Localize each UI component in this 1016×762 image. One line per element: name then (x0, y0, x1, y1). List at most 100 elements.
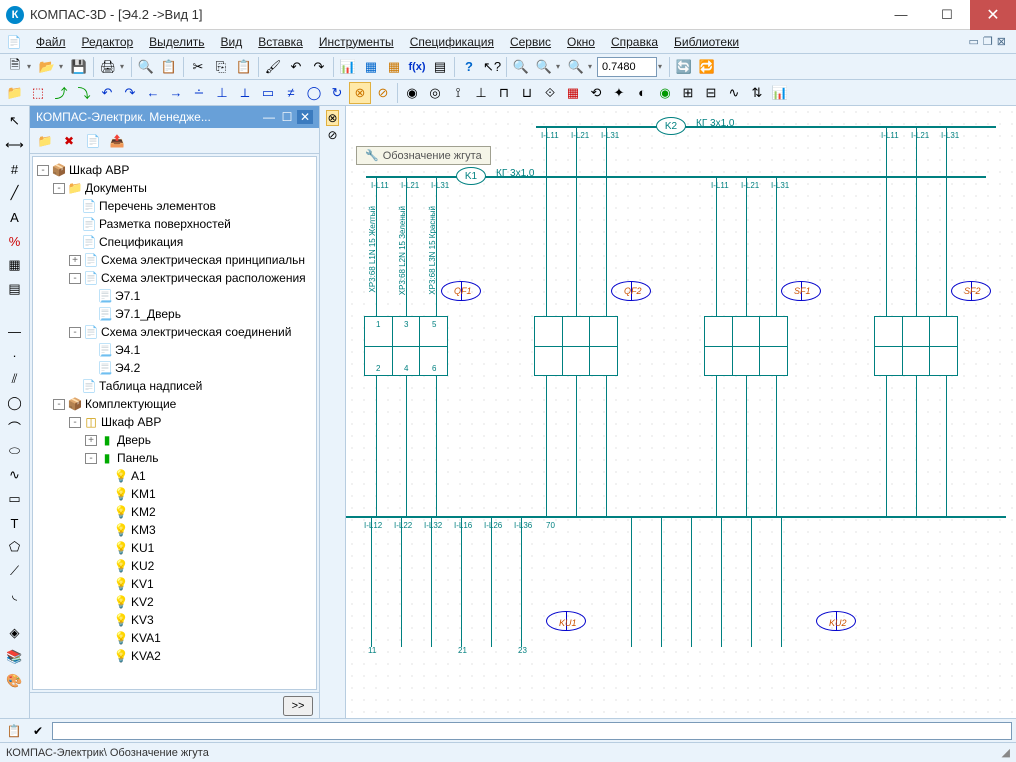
minimize-button[interactable]: — (878, 0, 924, 30)
cut-icon[interactable]: ✂ (187, 56, 209, 78)
lt-par-icon[interactable]: ⫽ (4, 368, 26, 390)
zoom-in-icon[interactable]: 🔍 (565, 56, 587, 78)
tree-komp[interactable]: Комплектующие (85, 397, 176, 411)
ptb-open-icon[interactable]: 📁 (34, 130, 56, 152)
lt-seg-icon[interactable]: — (4, 320, 26, 342)
tree-e42[interactable]: Э4.2 (115, 361, 140, 375)
lt-spl-icon[interactable]: ∿ (4, 464, 26, 486)
print-icon[interactable]: 🖨 (97, 56, 119, 78)
redo-icon[interactable]: ↷ (308, 56, 330, 78)
maximize-button[interactable]: ☐ (924, 0, 970, 30)
el-icon-17[interactable]: ⊘ (372, 82, 394, 104)
zoom-fit-icon[interactable]: 🔍 (510, 56, 532, 78)
cmd-list-icon[interactable]: 📋 (4, 721, 24, 741)
table-icon[interactable]: ▦ (360, 56, 382, 78)
el-icon-20[interactable]: ⟟ (447, 82, 469, 104)
zoom-sel-icon[interactable]: 🔍 (533, 56, 555, 78)
el-icon-2[interactable]: ⬚ (27, 82, 49, 104)
menu-spec[interactable]: Спецификация (402, 33, 502, 51)
refresh-icon[interactable]: 🔄 (673, 56, 695, 78)
ct-harness-icon[interactable]: ⊗ (326, 110, 338, 126)
el-harness-icon[interactable]: ⊗ (349, 82, 371, 104)
el-icon-10[interactable]: ⊥ (211, 82, 233, 104)
lt-ell-icon[interactable]: ⬭ (4, 440, 26, 462)
panel-max-icon[interactable]: ☐ (279, 110, 295, 124)
close-button[interactable]: ✕ (970, 0, 1016, 30)
mdi-minimize[interactable]: ▭ (969, 35, 979, 48)
lt-text-icon[interactable]: A (4, 206, 26, 228)
mdi-close[interactable]: ⊠ (997, 35, 1006, 48)
cmd-check-icon[interactable]: ✔ (28, 721, 48, 741)
tree-comp-1[interactable]: KM1 (131, 487, 156, 501)
layers-icon[interactable]: ▤ (429, 56, 451, 78)
open-icon[interactable]: 📂 (36, 56, 58, 78)
lt-paint-icon[interactable]: 🎨 (4, 670, 26, 692)
tree-doc-4[interactable]: Схема электрическая расположения (101, 271, 306, 285)
tree-comp-10[interactable]: KVA2 (131, 649, 161, 663)
lt-lib-icon[interactable]: 📚 (4, 646, 26, 668)
menu-libraries[interactable]: Библиотеки (666, 33, 747, 51)
tree-doc-1[interactable]: Разметка поверхностей (99, 217, 231, 231)
preview-icon[interactable]: 🔍 (135, 56, 157, 78)
zoom-input[interactable]: 0.7480 (597, 57, 657, 77)
menu-insert[interactable]: Вставка (250, 33, 311, 51)
el-icon-14[interactable]: ◯ (303, 82, 325, 104)
panel-min-icon[interactable]: — (261, 110, 277, 124)
ct-2-icon[interactable]: ⊘ (327, 128, 337, 142)
app-menu-icon[interactable]: 📄 (4, 32, 24, 52)
ptb-exp-icon[interactable]: 📤 (106, 130, 128, 152)
project-tree[interactable]: -📦Шкаф АВР -📁Документы 📄Перечень элемент… (32, 156, 317, 690)
el-icon-18[interactable]: ◉ (401, 82, 423, 104)
lt-circ-icon[interactable]: ◯ (4, 392, 26, 414)
save-icon[interactable]: 💾 (68, 56, 90, 78)
panel-close-icon[interactable]: ✕ (297, 110, 313, 124)
paste-icon[interactable]: 📋 (233, 56, 255, 78)
lt-grid-icon[interactable]: # (4, 158, 26, 180)
spec-icon[interactable]: 📊 (337, 56, 359, 78)
el-icon-6[interactable]: ↷ (119, 82, 141, 104)
expand-button[interactable]: >> (283, 696, 313, 716)
tree-comp-5[interactable]: KU2 (131, 559, 154, 573)
lt-spec-icon[interactable]: ▤ (4, 278, 26, 300)
el-icon-4[interactable]: ⤵ (73, 82, 95, 104)
doc-icon[interactable]: 📋 (158, 56, 180, 78)
el-icon-25[interactable]: ▦ (562, 82, 584, 104)
mdi-restore[interactable]: ❐ (983, 35, 993, 48)
lt-arc-icon[interactable]: ⌒ (4, 416, 26, 438)
lt-att-icon[interactable]: ◈ (4, 622, 26, 644)
menu-service[interactable]: Сервис (502, 33, 559, 51)
el-icon-32[interactable]: ∿ (723, 82, 745, 104)
el-icon-24[interactable]: ⟐ (539, 82, 561, 104)
tree-root[interactable]: Шкаф АВР (69, 163, 129, 177)
el-icon-7[interactable]: ← (142, 82, 164, 104)
el-icon-9[interactable]: ∸ (188, 82, 210, 104)
el-icon-15[interactable]: ↻ (326, 82, 348, 104)
ptb-del-icon[interactable]: ✖ (58, 130, 80, 152)
lt-cursor-icon[interactable]: ↖ (4, 110, 26, 132)
copy-icon[interactable]: ⎘ (210, 56, 232, 78)
el-icon-26[interactable]: ⟲ (585, 82, 607, 104)
el-icon-5[interactable]: ↶ (96, 82, 118, 104)
tree-doc-3[interactable]: Схема электрическая принципиальн (101, 253, 305, 267)
el-icon-31[interactable]: ⊟ (700, 82, 722, 104)
tree-shkaf2[interactable]: Шкаф АВР (101, 415, 161, 429)
tree-e71[interactable]: Э7.1 (115, 289, 140, 303)
lt-txt2-icon[interactable]: Т (4, 512, 26, 534)
lt-dim-icon[interactable]: ⟷ (4, 134, 26, 156)
el-icon-33[interactable]: ⇅ (746, 82, 768, 104)
el-icon-21[interactable]: ⊥ (470, 82, 492, 104)
lt-cham-icon[interactable]: ⟋ (4, 560, 26, 582)
tree-docs[interactable]: Документы (85, 181, 147, 195)
el-icon-19[interactable]: ◎ (424, 82, 446, 104)
menu-editor[interactable]: Редактор (74, 33, 142, 51)
lt-table-icon[interactable]: ▦ (4, 254, 26, 276)
tree-comp-7[interactable]: KV2 (131, 595, 154, 609)
tree-doc-2[interactable]: Спецификация (99, 235, 183, 249)
el-icon-1[interactable]: 📁 (4, 82, 26, 104)
menu-instruments[interactable]: Инструменты (311, 33, 402, 51)
menu-file[interactable]: Файл (28, 33, 74, 51)
tree-comp-4[interactable]: KU1 (131, 541, 154, 555)
tree-comp-2[interactable]: KM2 (131, 505, 156, 519)
tree-panel[interactable]: Панель (117, 451, 158, 465)
el-icon-28[interactable]: ◐ (631, 82, 653, 104)
